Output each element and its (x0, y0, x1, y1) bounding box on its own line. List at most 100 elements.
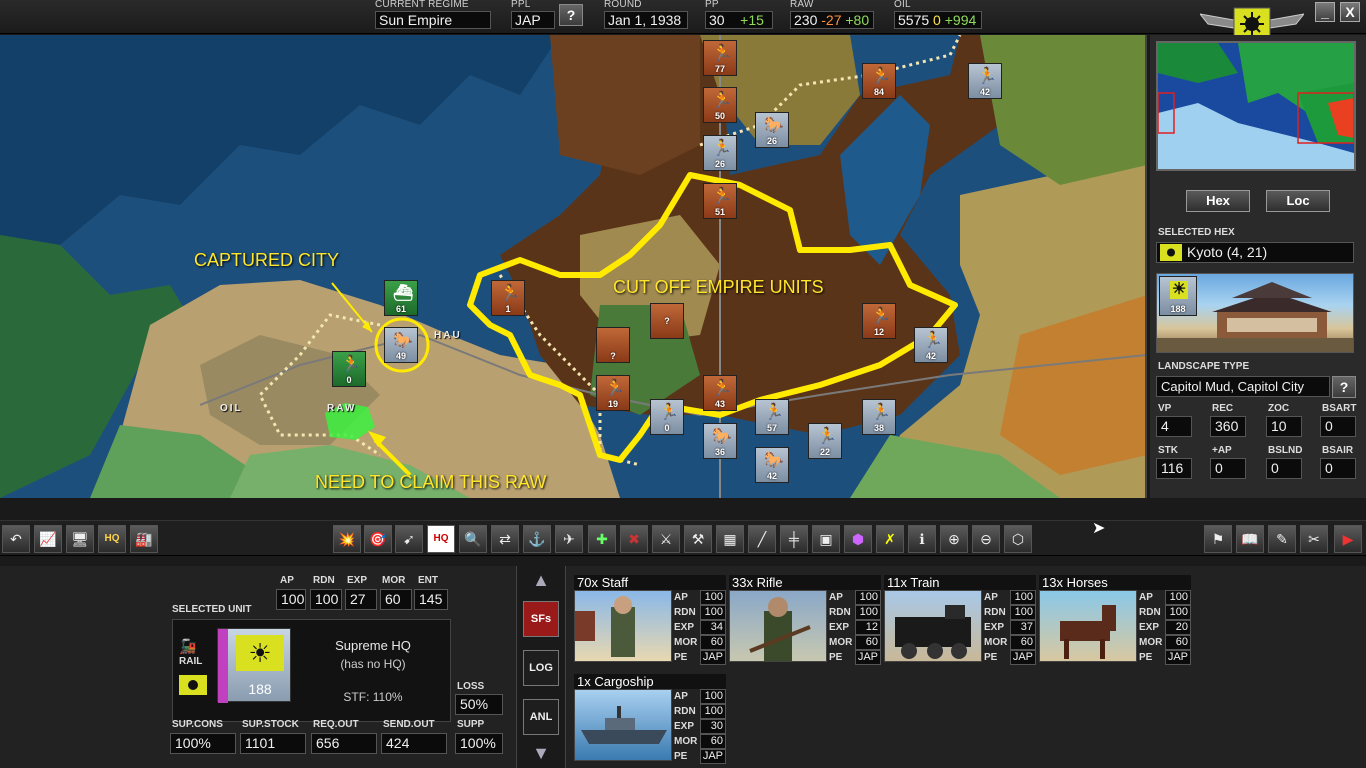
map-unit[interactable]: 🏃 19 (596, 375, 630, 411)
troop-stat-label: EXP (674, 622, 695, 633)
map-unit[interactable]: 🏃 38 (862, 399, 896, 435)
map-unit[interactable]: 🏃 51 (703, 183, 737, 219)
minimize-button[interactable]: _ (1315, 2, 1335, 22)
undo-icon[interactable]: ↶ (2, 525, 30, 553)
map-unit[interactable]: 🏃 1 (491, 280, 525, 316)
computer-icon[interactable]: 🖥 (66, 525, 94, 553)
troop-card-rifle[interactable]: 33x Rifle AP 100 RDN 100 EXP 12 MOR 60 PE JAP (729, 575, 881, 667)
set-hq-icon[interactable]: HQ (427, 525, 455, 553)
map-unit[interactable]: 🏃 77 (703, 40, 737, 76)
map-unit-selected[interactable]: 🐎 49 (384, 327, 418, 363)
move-icon[interactable]: ➹ (395, 525, 423, 553)
troop-card-train[interactable]: 11x Train AP 100 RDN 100 EXP 37 MOR 60 PE JAP (884, 575, 1036, 667)
oil-label: OIL (894, 0, 911, 10)
scroll-up-icon[interactable]: ▲ (523, 569, 559, 591)
transfer-icon[interactable]: ⇄ (491, 525, 519, 553)
troop-card-staff[interactable]: 70x Staff AP 100 RDN 100 EXP 34 MOR 60 PE JAP (574, 575, 726, 667)
map-unit[interactable]: ? (596, 327, 630, 363)
map-unit[interactable]: 🏃 50 (703, 87, 737, 123)
hex-unit-thumb[interactable]: ☀ 188 (1159, 276, 1197, 316)
ppl-help-button[interactable]: ? (559, 4, 583, 26)
map-unit[interactable]: 🏃 42 (914, 327, 948, 363)
troop-stats: AP 100 RDN 100 EXP 37 MOR 60 PE JAP (984, 590, 1036, 665)
stack-icon[interactable]: ▣ (812, 525, 840, 553)
landscape-help-button[interactable]: ? (1332, 376, 1356, 398)
rail-icon[interactable]: ╪ (780, 525, 808, 553)
sea-transport-icon[interactable]: ⚓ (523, 525, 551, 553)
merge-icon[interactable]: ⚒ (684, 525, 712, 553)
map-unit[interactable]: 🏃 0 (332, 351, 366, 387)
infantry-icon: 🏃 (712, 92, 732, 109)
game-map[interactable]: CAPTURED CITY CUT OFF EMPIRE UNITS NEED … (0, 35, 1147, 498)
end-turn-icon[interactable]: ▶ (1334, 525, 1362, 553)
map-unit[interactable]: 🐎 26 (755, 112, 789, 148)
loc-button[interactable]: Loc (1266, 190, 1330, 212)
close-button[interactable]: X (1340, 2, 1360, 22)
add-unit-icon[interactable]: ✚ (588, 525, 616, 553)
troop-stat-label: PE (674, 652, 688, 663)
scroll-down-icon[interactable]: ▼ (523, 742, 559, 764)
map-unit[interactable]: ? (650, 303, 684, 339)
air-transport-icon[interactable]: ✈ (555, 525, 583, 553)
flag-icon[interactable]: ⚑ (1204, 525, 1232, 553)
zoom-in-icon[interactable]: ⊕ (940, 525, 968, 553)
anl-button[interactable]: ANL (523, 699, 559, 735)
map-unit[interactable]: 🏃 84 (862, 63, 896, 99)
map-unit[interactable]: ⛴ 61 (384, 280, 418, 316)
sun-icon: ☀ (236, 635, 284, 671)
disband-icon[interactable]: ✖ (620, 525, 648, 553)
hex-select-icon[interactable]: ⬢ (844, 525, 872, 553)
zoom-out-icon[interactable]: ⊖ (972, 525, 1000, 553)
production-icon[interactable]: 🏭 (130, 525, 158, 553)
pp-delta: +15 (740, 12, 764, 28)
place-label-raw: RAW (327, 403, 357, 414)
oil-delta-zero: 0 (933, 12, 941, 28)
loss-value: 50% (455, 694, 503, 715)
map-unit[interactable]: 🏃 12 (862, 303, 896, 339)
map-unit[interactable]: 🏃 57 (755, 399, 789, 435)
delete-order-icon[interactable]: ✗ (876, 525, 904, 553)
recon-icon[interactable]: 🔍 (459, 525, 487, 553)
map-unit[interactable]: 🐎 42 (755, 447, 789, 483)
info-icon[interactable]: ℹ (908, 525, 936, 553)
hex-landscape-image: ☀ 188 (1156, 273, 1354, 353)
artillery-icon[interactable]: 🎯 (364, 525, 392, 553)
scissors-icon[interactable]: ✂ (1300, 525, 1328, 553)
map-tools-icon[interactable]: ✎ (1268, 525, 1296, 553)
troop-stat-label: AP (674, 592, 688, 603)
troop-stat-value: JAP (700, 650, 726, 665)
attack-icon[interactable]: 💥 (333, 525, 361, 553)
minimap[interactable] (1156, 41, 1356, 171)
infantry-icon: 🏃 (341, 356, 361, 373)
hex-grid-icon[interactable]: ⬡ (1004, 525, 1032, 553)
sup-cons-label: SUP.CONS (172, 719, 223, 730)
troop-stat-label: EXP (1139, 622, 1160, 633)
troop-stat-value: JAP (855, 650, 881, 665)
sfs-button[interactable]: SFs (523, 601, 559, 637)
troop-stat-value: 60 (1165, 635, 1191, 650)
map-unit[interactable]: 🐎 36 (703, 423, 737, 459)
map-unit[interactable]: 🏃 22 (808, 423, 842, 459)
raw-value: 230 (794, 12, 818, 28)
troop-card-cargoship[interactable]: 1x Cargoship AP 100 RDN 100 EXP 30 MOR 60 PE… (574, 674, 726, 766)
graph-icon[interactable]: 📈 (34, 525, 62, 553)
stat-value-ap: 0 (1210, 458, 1246, 479)
bridge-icon[interactable]: ╱ (748, 525, 776, 553)
log-button[interactable]: LOG (523, 650, 559, 686)
book-icon[interactable]: 📖 (1236, 525, 1264, 553)
map-unit[interactable]: 🏃 43 (703, 375, 737, 411)
troop-stat-label: MOR (829, 637, 853, 648)
unit-counter[interactable]: ☀ 188 (217, 628, 291, 703)
stat-value-vp: 4 (1156, 416, 1192, 437)
map-unit[interactable]: 🏃 0 (650, 399, 684, 435)
split-icon[interactable]: ⚔ (652, 525, 680, 553)
troop-card-horses[interactable]: 13x Horses AP 100 RDN 100 EXP 20 MOR 60 PE JA… (1039, 575, 1191, 667)
selected-unit-card[interactable]: 🚂 RAIL ☀ 188 Supreme HQ (has no HQ) STF:… (172, 619, 451, 722)
build-icon[interactable]: ▦ (716, 525, 744, 553)
map-unit[interactable]: 🏃 26 (703, 135, 737, 171)
soldier-icon (749, 597, 811, 661)
hex-button[interactable]: Hex (1186, 190, 1250, 212)
unit-stf: STF: 110% (343, 690, 403, 704)
map-unit[interactable]: 🏃 42 (968, 63, 1002, 99)
hq-report-button[interactable]: HQ (98, 525, 126, 553)
